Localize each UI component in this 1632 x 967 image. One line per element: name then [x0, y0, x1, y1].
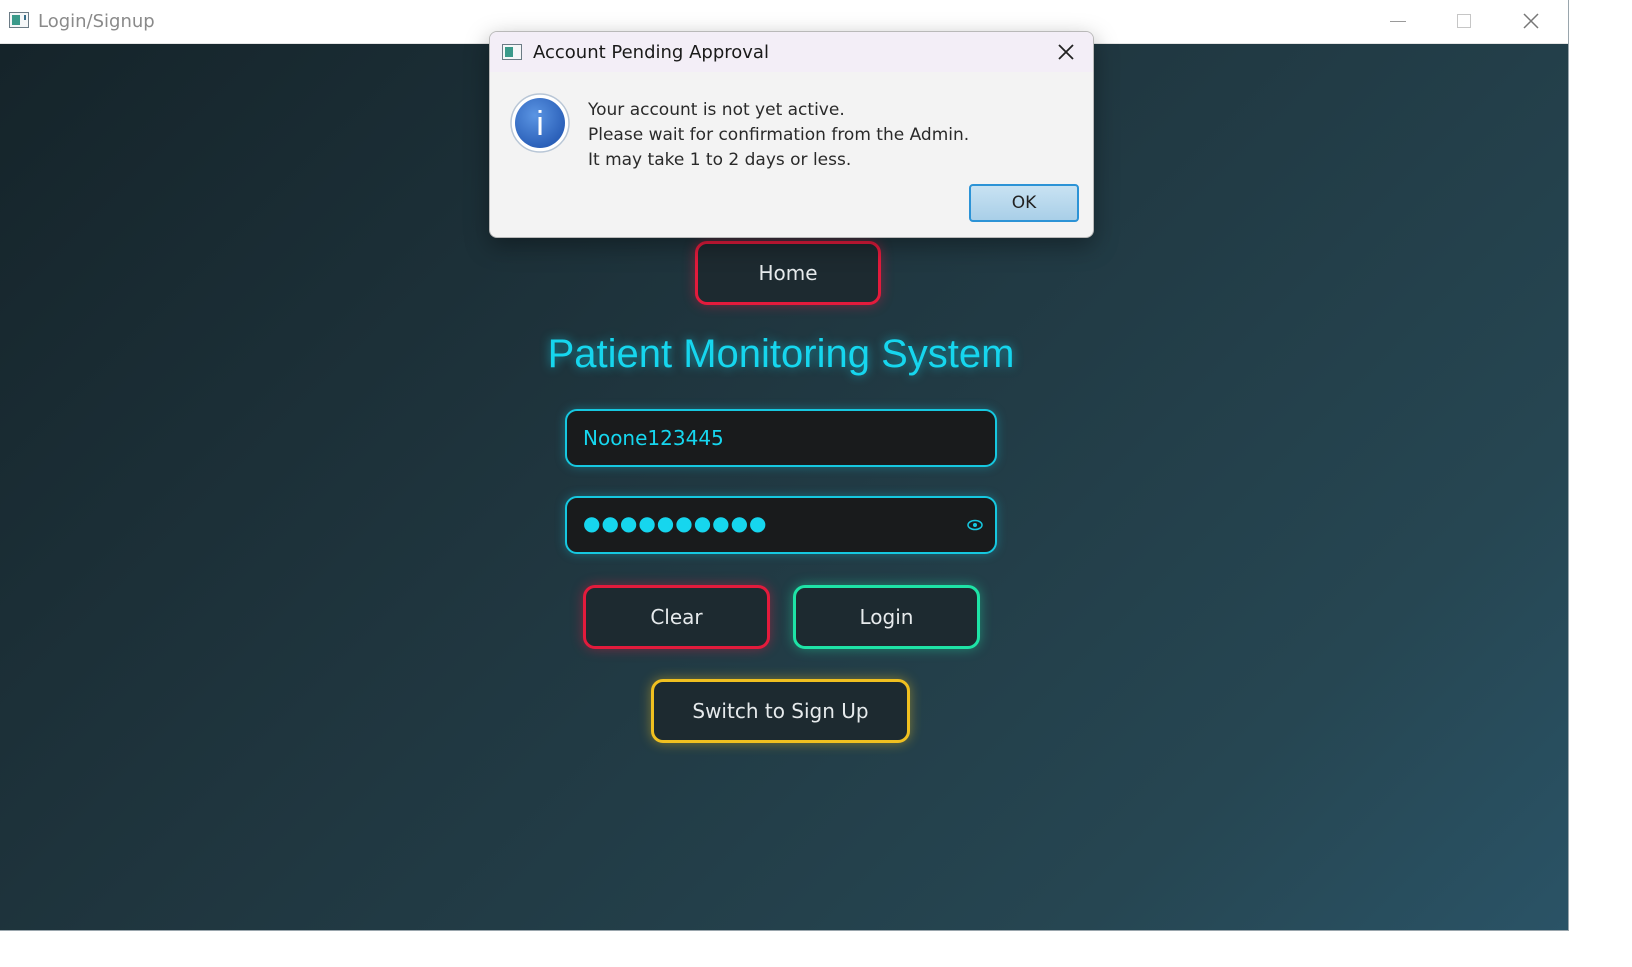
dialog-message-line: Please wait for confirmation from the Ad… [588, 125, 970, 145]
window-title: Login/Signup [38, 11, 155, 32]
dialog-message: Your account is not yet active. Please w… [588, 98, 969, 173]
window-close-button[interactable] [1498, 0, 1564, 43]
dialog-close-icon[interactable] [1056, 42, 1076, 62]
login-button[interactable]: Login [793, 585, 980, 649]
username-value: Noone123445 [583, 426, 724, 450]
username-field[interactable]: Noone123445 [565, 409, 997, 467]
dialog-title: Account Pending Approval [533, 42, 769, 63]
dialog-message-line: Your account is not yet active. [588, 100, 845, 120]
minimize-button[interactable] [1365, 0, 1431, 43]
password-masked-value: ●●●●●●●●●● [583, 511, 768, 535]
dialog-app-icon [502, 44, 522, 60]
dialog-titlebar[interactable]: Account Pending Approval [490, 32, 1093, 72]
account-pending-dialog: Account Pending Approval i Your account … [489, 31, 1094, 238]
dialog-message-line: It may take 1 to 2 days or less. [588, 150, 852, 170]
maximize-button[interactable] [1431, 0, 1497, 43]
page-title: Patient Monitoring System [547, 332, 1015, 376]
info-icon: i [510, 93, 570, 153]
svg-text:i: i [536, 105, 544, 143]
clear-button[interactable]: Clear [583, 585, 770, 649]
ok-button[interactable]: OK [969, 184, 1079, 222]
home-button[interactable]: Home [695, 241, 881, 305]
password-field[interactable]: ●●●●●●●●●● [565, 496, 997, 554]
switch-to-signup-button[interactable]: Switch to Sign Up [651, 679, 910, 743]
app-icon [9, 12, 29, 28]
close-icon [1523, 13, 1539, 29]
eye-icon[interactable] [967, 518, 983, 532]
